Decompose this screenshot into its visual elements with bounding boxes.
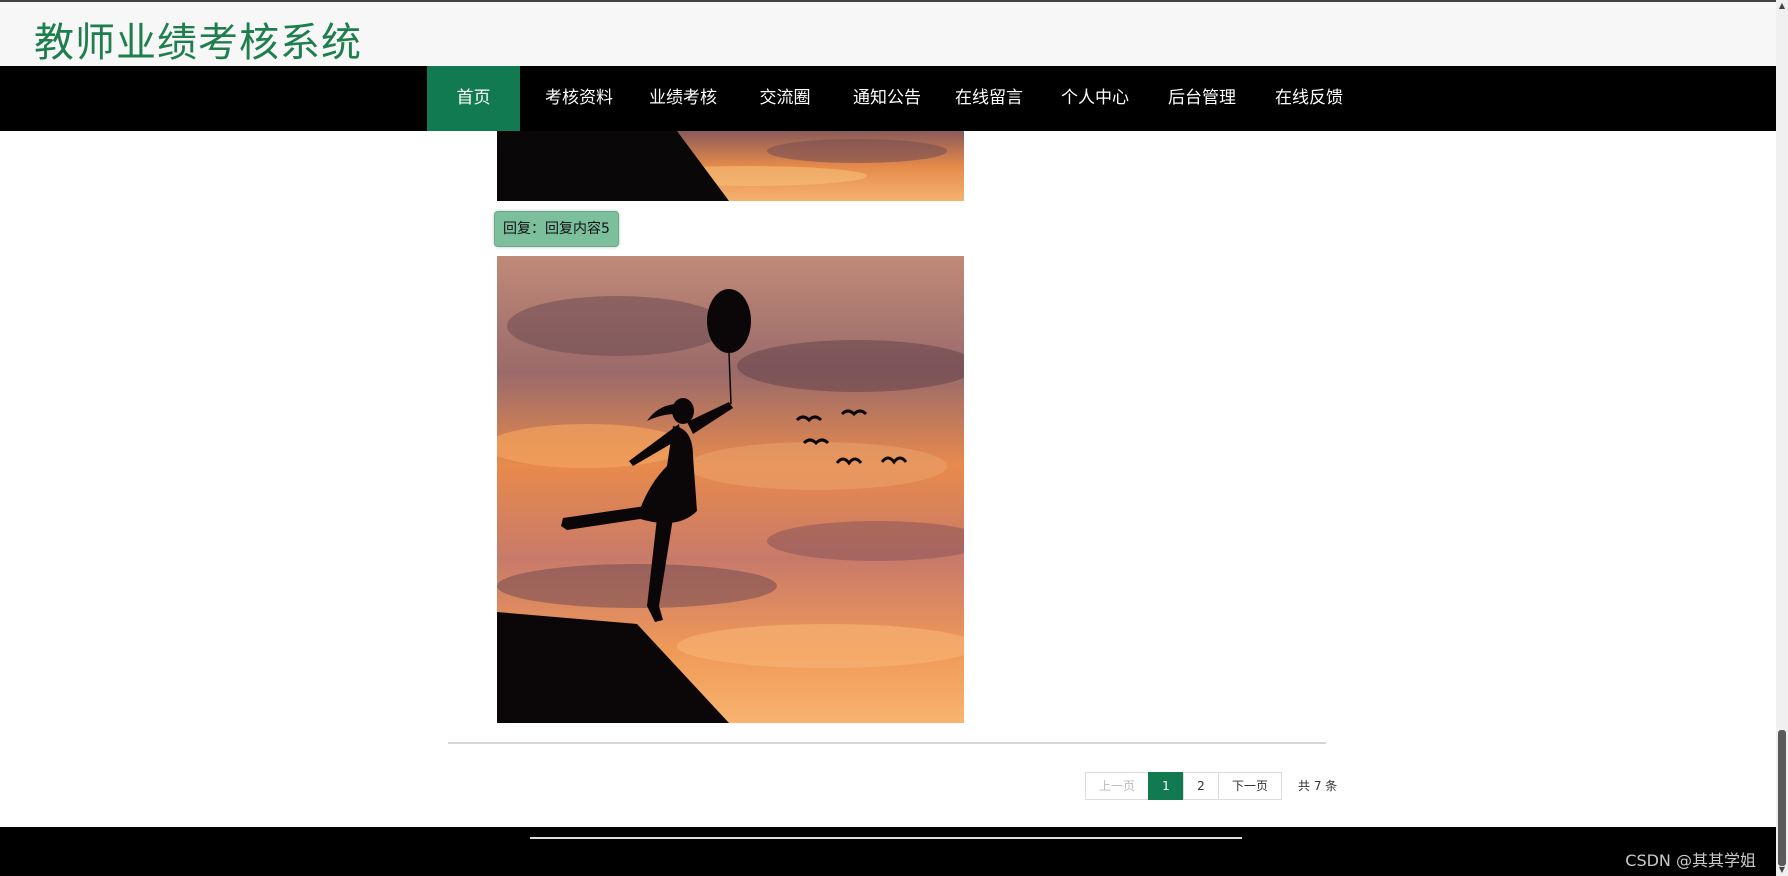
main-nav: 首页 考核资料 业绩考核 交流圈 通知公告 在线留言 个人中心 后台管理 在线反…: [0, 66, 1776, 131]
scroll-down-icon[interactable]: ▼: [1776, 864, 1788, 876]
nav-item-performance-assessment[interactable]: 业绩考核: [634, 66, 732, 131]
pagination: 上一页 1 2 下一页: [1085, 772, 1282, 800]
reply-label: 回复：回复内容5: [494, 211, 619, 247]
footer: CSDN @其其学姐: [0, 827, 1776, 876]
content-area: 回复：回复内容5 上一页 1 2 下一页 共 7 条: [0, 131, 1776, 827]
prev-page-button[interactable]: 上一页: [1085, 772, 1149, 800]
scroll-up-icon[interactable]: ▲: [1776, 0, 1788, 12]
sunset-image: [497, 131, 964, 201]
header: 教师业绩考核系统: [0, 0, 1776, 66]
app-title: 教师业绩考核系统: [34, 20, 362, 66]
page-2-button[interactable]: 2: [1183, 772, 1219, 800]
reply-image: [497, 256, 964, 723]
nav-item-personal-center[interactable]: 个人中心: [1046, 66, 1144, 131]
scroll-thumb[interactable]: [1778, 730, 1786, 866]
nav-item-assessment-materials[interactable]: 考核资料: [530, 66, 628, 131]
reply-image-cropped: [497, 131, 964, 201]
next-page-button[interactable]: 下一页: [1218, 772, 1282, 800]
page-1-button[interactable]: 1: [1148, 772, 1184, 800]
watermark: CSDN @其其学姐: [1625, 851, 1756, 870]
nav-item-home[interactable]: 首页: [427, 66, 520, 131]
vertical-scrollbar[interactable]: ▲ ▼: [1776, 0, 1788, 876]
nav-item-online-messages[interactable]: 在线留言: [940, 66, 1038, 131]
nav-item-online-feedback[interactable]: 在线反馈: [1260, 66, 1358, 131]
girl-balloon-sunset-image: [497, 256, 964, 723]
divider: [448, 742, 1326, 744]
nav-item-notices[interactable]: 通知公告: [838, 66, 936, 131]
footer-divider: [530, 837, 1242, 839]
nav-item-exchange-circle[interactable]: 交流圈: [736, 66, 834, 131]
nav-item-admin[interactable]: 后台管理: [1153, 66, 1251, 131]
total-count: 共 7 条: [1298, 779, 1338, 793]
